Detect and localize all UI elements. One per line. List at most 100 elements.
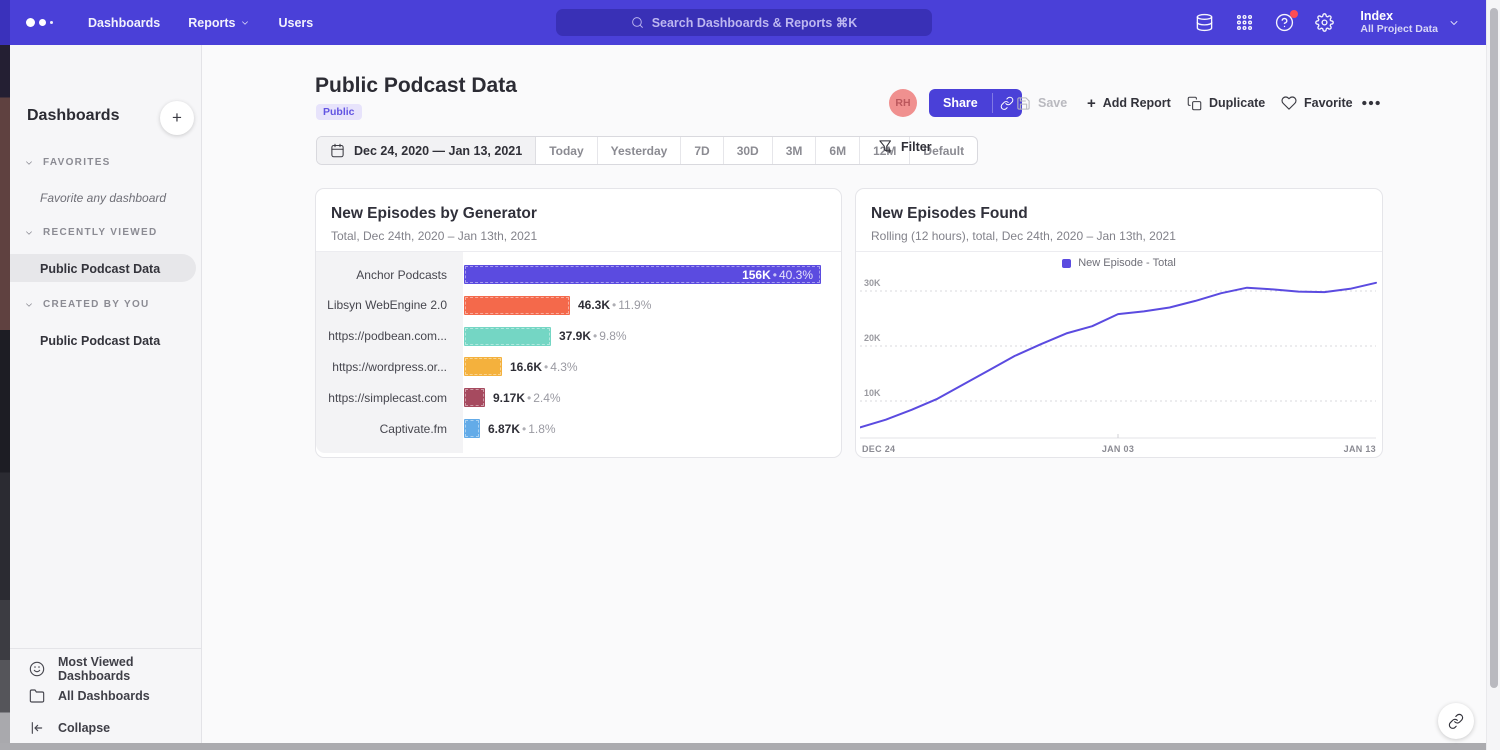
bar-track: 6.87K•1.8% [464, 419, 841, 438]
section-label: RECENTLY VIEWED [43, 227, 158, 238]
project-subtitle: All Project Data [1360, 23, 1438, 36]
sidebar-item-label[interactable]: Public Podcast Data [40, 262, 160, 276]
nav-item-dashboards[interactable]: Dashboards [88, 16, 160, 30]
bar-value-label: 9.17K•2.4% [493, 391, 561, 405]
favorite-label: Favorite [1304, 96, 1353, 110]
sidebar-section-created-by-you[interactable]: CREATED BY YOU [24, 299, 150, 310]
bar-row-3[interactable]: https://wordpress.or...16.6K•4.3% [316, 351, 841, 382]
date-preset-3m[interactable]: 3M [773, 137, 817, 164]
bar-row-4[interactable]: https://simplecast.com 9.17K•2.4% [316, 382, 841, 413]
floating-link-button[interactable] [1438, 703, 1474, 739]
bar-row-5[interactable]: Captivate.fm 6.87K•1.8% [316, 413, 841, 444]
date-preset-6m[interactable]: 6M [816, 137, 860, 164]
sidebar-item-all-dashboards[interactable]: All Dashboards [29, 688, 150, 704]
ellipsis-icon [1361, 96, 1381, 110]
sidebar-footer-divider [10, 648, 201, 649]
filter-button[interactable]: Filter [878, 139, 932, 154]
nav-item-reports[interactable]: Reports [188, 16, 250, 30]
bar-segment[interactable] [464, 327, 551, 346]
bar-category-label: Anchor Podcasts [316, 268, 463, 282]
bar-segment[interactable] [464, 388, 485, 407]
save-icon [1016, 96, 1031, 111]
add-report-label: Add Report [1103, 96, 1171, 110]
data-management-icon[interactable] [1194, 12, 1215, 33]
card-subtitle: Total, Dec 24th, 2020 – Jan 13th, 2021 [331, 229, 537, 243]
collapse-icon [29, 720, 45, 736]
add-dashboard-button[interactable]: + [160, 101, 194, 135]
duplicate-button[interactable]: Duplicate [1187, 89, 1265, 117]
scrollbar-thumb[interactable] [1490, 8, 1498, 688]
y-tick-label: 30K [864, 278, 881, 288]
bar-track: 16.6K•4.3% [464, 357, 841, 376]
sidebar-section-favorites[interactable]: FAVORITES [24, 157, 111, 168]
bar-track: 156K•40.3% [464, 265, 841, 284]
nav-right-cluster: Index All Project Data [1194, 0, 1460, 45]
date-range-picker[interactable]: Dec 24, 2020 — Jan 13, 2021 [317, 137, 536, 164]
help-icon[interactable] [1274, 12, 1295, 33]
sidebar-item-label[interactable]: Public Podcast Data [40, 334, 160, 348]
line-chart[interactable]: 30K20K10KDEC 24JAN 03JAN 13 [860, 271, 1380, 457]
bar-segment[interactable]: 156K•40.3% [464, 265, 821, 284]
chevron-down-icon [240, 18, 250, 28]
x-tick-label: JAN 13 [1344, 444, 1376, 454]
top-nav: Dashboards Reports Users Search Dashboar… [0, 0, 1486, 45]
sidebar-collapse-button[interactable]: Collapse [29, 720, 110, 736]
favorite-button[interactable]: Favorite [1281, 89, 1353, 117]
bar-segment[interactable] [464, 357, 502, 376]
project-switcher[interactable]: Index All Project Data [1360, 9, 1460, 36]
footer-item-label: Collapse [58, 721, 110, 735]
avatar[interactable]: RH [889, 89, 917, 117]
bar-category-label: https://wordpress.or... [316, 360, 463, 374]
apps-grid-icon[interactable] [1234, 12, 1255, 33]
bar-category-label: https://podbean.com... [316, 329, 463, 343]
bar-segment[interactable] [464, 296, 570, 315]
x-tick-label: JAN 03 [1102, 444, 1134, 454]
nav-item-users[interactable]: Users [278, 16, 313, 30]
more-options-button[interactable] [1361, 89, 1381, 117]
date-preset-30d[interactable]: 30D [724, 137, 773, 164]
line-series-new-episode-total[interactable] [860, 283, 1376, 428]
add-report-button[interactable]: + Add Report [1087, 89, 1171, 117]
card-title: New Episodes Found [871, 205, 1028, 223]
section-label: FAVORITES [43, 157, 111, 168]
share-button[interactable]: Share [929, 89, 992, 117]
sidebar: Dashboards + FAVORITES Favorite any dash… [10, 45, 202, 750]
bar-track: 37.9K•9.8% [464, 327, 841, 346]
bar-chart[interactable]: Anchor Podcasts156K•40.3%Libsyn WebEngin… [316, 252, 841, 453]
filter-icon [878, 139, 893, 154]
nav-item-label: Reports [188, 16, 235, 30]
plus-icon: + [1087, 96, 1096, 111]
chevron-down-icon [24, 158, 34, 168]
bar-row-0[interactable]: Anchor Podcasts156K•40.3% [316, 259, 841, 290]
card-subtitle: Rolling (12 hours), total, Dec 24th, 202… [871, 229, 1176, 243]
bar-row-1[interactable]: Libsyn WebEngine 2.046.3K•11.9% [316, 290, 841, 321]
share-button-group: Share [929, 89, 1022, 117]
save-button[interactable]: Save [1016, 89, 1067, 117]
footer-item-label: Most Viewed Dashboards [58, 655, 201, 683]
legend-new-episode-total[interactable]: New Episode - Total [856, 257, 1382, 269]
sidebar-section-recently-viewed[interactable]: RECENTLY VIEWED [24, 227, 158, 238]
link-icon [1448, 713, 1464, 729]
bar-category-label: Captivate.fm [316, 422, 463, 436]
search-input[interactable]: Search Dashboards & Reports ⌘K [556, 9, 932, 36]
bar-value-label: 46.3K•11.9% [578, 298, 651, 312]
filter-label: Filter [901, 140, 932, 154]
folder-icon [29, 688, 45, 704]
section-label: CREATED BY YOU [43, 299, 150, 310]
mixpanel-logo-icon[interactable] [26, 18, 60, 27]
sidebar-item-most-viewed[interactable]: Most Viewed Dashboards [29, 655, 201, 683]
card-new-episodes-found: New Episodes Found Rolling (12 hours), t… [855, 188, 1383, 458]
bar-segment[interactable] [464, 419, 480, 438]
footer-item-label: All Dashboards [58, 689, 150, 703]
date-preset-today[interactable]: Today [536, 137, 597, 164]
settings-gear-icon[interactable] [1314, 12, 1335, 33]
chevron-down-icon [1448, 17, 1460, 29]
bar-row-2[interactable]: https://podbean.com...37.9K•9.8% [316, 321, 841, 352]
bar-track: 46.3K•11.9% [464, 296, 841, 315]
date-preset-7d[interactable]: 7D [681, 137, 723, 164]
card-title: New Episodes by Generator [331, 205, 537, 223]
date-preset-yesterday[interactable]: Yesterday [598, 137, 682, 164]
bar-category-label: https://simplecast.com [316, 391, 463, 405]
scrollbar-track[interactable] [1486, 0, 1500, 750]
bar-value-label: 6.87K•1.8% [488, 422, 556, 436]
